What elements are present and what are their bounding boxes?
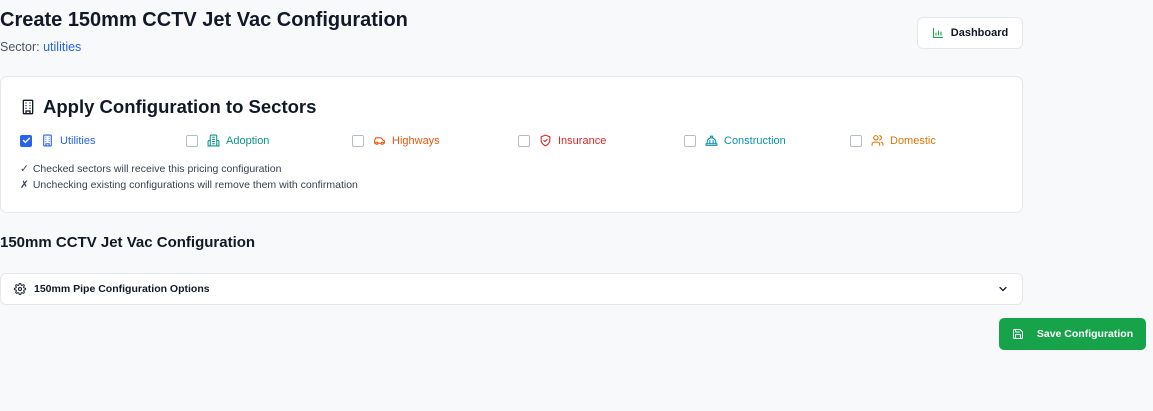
sector-option-domestic[interactable]: Domestic bbox=[850, 134, 936, 147]
highways-checkbox[interactable] bbox=[352, 134, 364, 147]
sector-option-highways[interactable]: Highways bbox=[352, 134, 440, 147]
adoption-label: Adoption bbox=[226, 134, 270, 147]
dashboard-button[interactable]: Dashboard bbox=[917, 17, 1023, 49]
adoption-checkbox[interactable] bbox=[186, 134, 198, 147]
car-icon bbox=[373, 134, 386, 147]
page-title: Create 150mm CCTV Jet Vac Configuration bbox=[0, 9, 408, 31]
chevron-down-icon[interactable] bbox=[997, 283, 1009, 295]
construction-label: Construction bbox=[724, 134, 786, 147]
card-title-text: Apply Configuration to Sectors bbox=[43, 96, 317, 117]
save-label: Save Configuration bbox=[1036, 328, 1134, 340]
note-text: Unchecking existing configurations will … bbox=[32, 179, 358, 191]
sector-option-insurance[interactable]: Insurance bbox=[518, 134, 606, 147]
utilities-checkbox[interactable] bbox=[20, 134, 32, 147]
building-2-icon bbox=[207, 134, 220, 147]
hard-hat-icon bbox=[705, 134, 718, 147]
construction-checkbox[interactable] bbox=[684, 134, 696, 147]
building-icon bbox=[41, 134, 54, 147]
accordion-label: 150mm Pipe Configuration Options bbox=[34, 283, 210, 295]
pipe-config-accordion[interactable]: 150mm Pipe Configuration Options bbox=[0, 273, 1023, 305]
sector-value: utilities bbox=[43, 40, 82, 54]
sector-option-utilities[interactable]: Utilities bbox=[20, 134, 95, 147]
sector-label: Sector: bbox=[0, 40, 40, 54]
note-text: Checked sectors will receive this pricin… bbox=[32, 163, 282, 175]
sector-option-construction[interactable]: Construction bbox=[684, 134, 786, 147]
shield-icon bbox=[539, 134, 552, 147]
sector-selection-card: Apply Configuration to Sectors Utilities… bbox=[0, 76, 1023, 213]
users-icon bbox=[871, 134, 884, 147]
info-note-unchecked: ✗ Unchecking existing configurations wil… bbox=[20, 179, 358, 191]
sector-option-adoption[interactable]: Adoption bbox=[186, 134, 269, 147]
bar-chart-icon bbox=[932, 27, 944, 39]
domestic-checkbox[interactable] bbox=[850, 134, 862, 147]
highways-label: Highways bbox=[392, 134, 440, 147]
insurance-label: Insurance bbox=[558, 134, 607, 147]
cross-mark-icon: ✗ bbox=[20, 179, 29, 191]
section-title: 150mm CCTV Jet Vac Configuration bbox=[0, 234, 256, 251]
card-title: Apply Configuration to Sectors bbox=[20, 96, 316, 118]
dashboard-label: Dashboard bbox=[950, 27, 1009, 39]
check-mark-icon: ✓ bbox=[20, 163, 29, 175]
insurance-checkbox[interactable] bbox=[518, 134, 530, 147]
building-icon bbox=[20, 99, 36, 115]
sector-indicator: Sector: utilities bbox=[0, 40, 81, 54]
save-configuration-button[interactable]: Save Configuration bbox=[999, 318, 1146, 350]
utilities-label: Utilities bbox=[60, 134, 96, 147]
info-note-checked: ✓ Checked sectors will receive this pric… bbox=[20, 163, 281, 175]
save-icon bbox=[1012, 328, 1024, 340]
domestic-label: Domestic bbox=[890, 134, 936, 147]
gear-icon bbox=[14, 283, 26, 295]
